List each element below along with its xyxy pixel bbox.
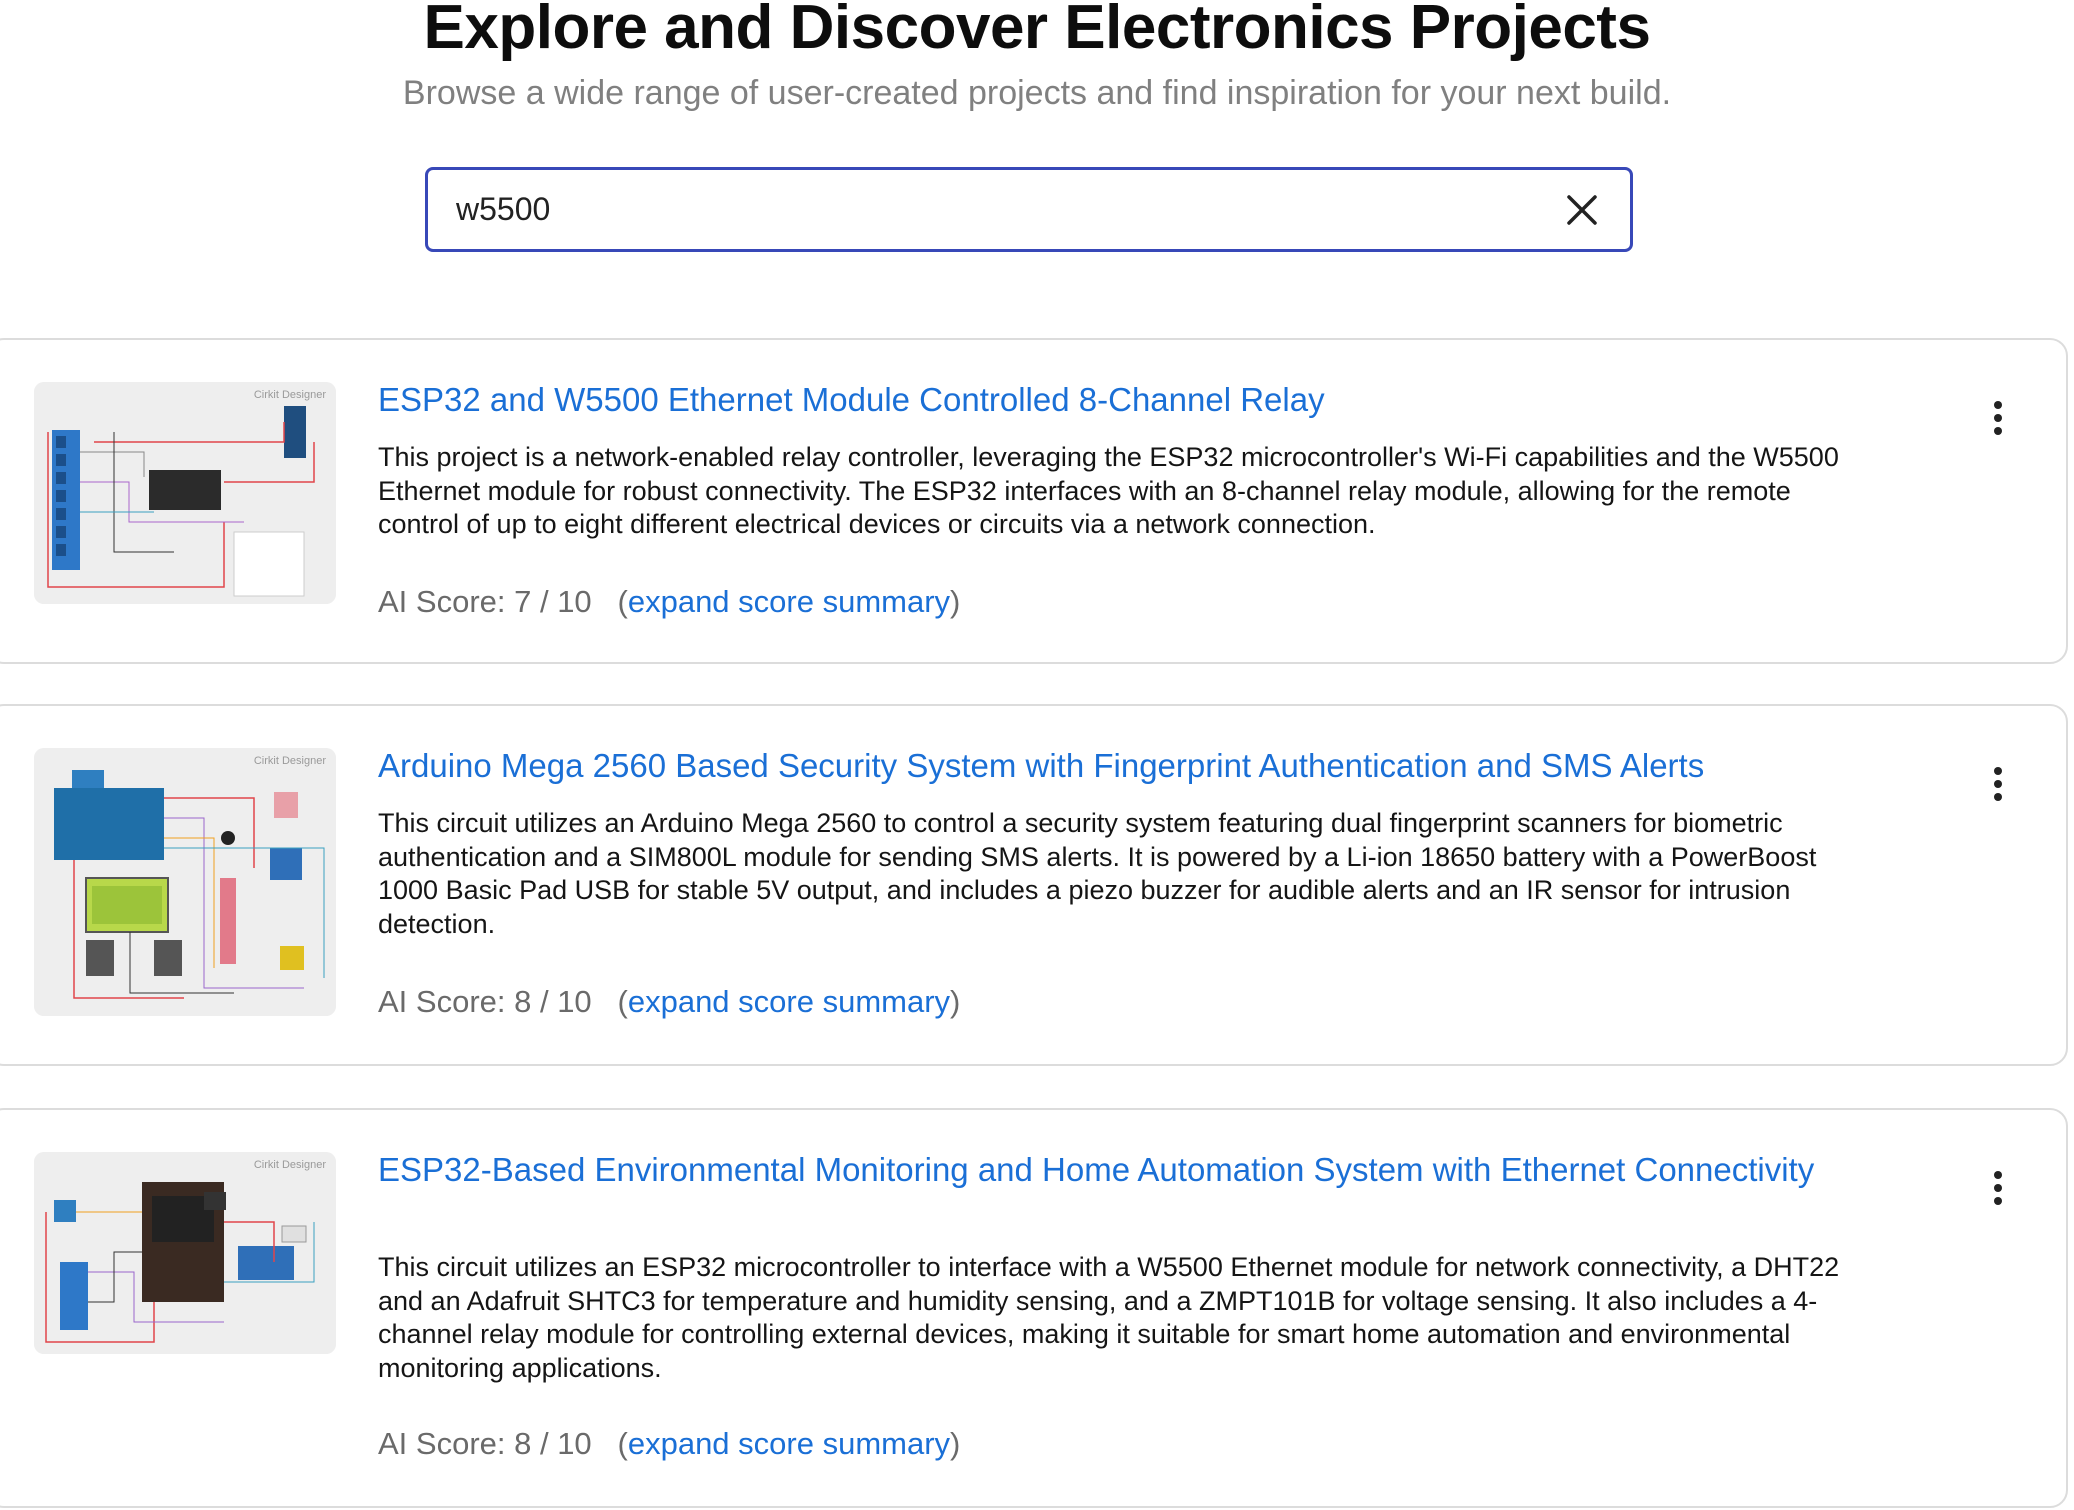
ai-score: AI Score: 8 / 10 (expand score summary) [378, 984, 960, 1020]
project-thumbnail[interactable]: Cirkit Designer [34, 1152, 336, 1354]
project-card[interactable]: Cirkit Designer Arduino Mega 2560 Based … [0, 704, 2068, 1066]
more-options-button[interactable] [1988, 1168, 2008, 1208]
expand-score-summary-link[interactable]: expand score summary [628, 984, 950, 1019]
project-title[interactable]: Arduino Mega 2560 Based Security System … [378, 746, 1858, 786]
project-description: This circuit utilizes an Arduino Mega 25… [378, 808, 1817, 939]
expand-score-summary-link[interactable]: expand score summary [628, 1426, 950, 1461]
search-box [425, 167, 1633, 252]
more-vertical-icon [1988, 401, 2008, 435]
ai-score-label: AI Score: 8 / 10 [378, 1426, 592, 1461]
project-thumbnail[interactable]: Cirkit Designer [34, 748, 336, 1016]
project-thumbnail[interactable]: Cirkit Designer [34, 382, 336, 604]
paren-open: ( [617, 1426, 628, 1461]
clear-search-button[interactable] [1564, 192, 1600, 228]
expand-score-summary-link[interactable]: expand score summary [628, 584, 950, 619]
thumbnail-watermark: Cirkit Designer [254, 389, 326, 401]
ai-score-label: AI Score: 7 / 10 [378, 584, 592, 619]
project-description: This project is a network-enabled relay … [378, 442, 1839, 539]
project-card[interactable]: Cirkit Designer ESP32-Based Environmenta… [0, 1108, 2068, 1508]
thumbnail-watermark: Cirkit Designer [254, 1159, 326, 1171]
paren-open: ( [617, 584, 628, 619]
project-description: This circuit utilizes an ESP32 microcont… [378, 1252, 1840, 1383]
project-title[interactable]: ESP32-Based Environmental Monitoring and… [378, 1150, 1858, 1190]
ai-score-label: AI Score: 8 / 10 [378, 984, 592, 1019]
more-options-button[interactable] [1988, 398, 2008, 438]
paren-close: ) [950, 984, 961, 1019]
more-vertical-icon [1988, 1171, 2008, 1205]
project-title[interactable]: ESP32 and W5500 Ethernet Module Controll… [378, 380, 1858, 420]
ai-score: AI Score: 7 / 10 (expand score summary) [378, 584, 960, 620]
more-options-button[interactable] [1988, 764, 2008, 804]
page-subtitle: Browse a wide range of user-created proj… [402, 74, 1672, 112]
thumbnail-watermark: Cirkit Designer [254, 755, 326, 767]
more-vertical-icon [1988, 767, 2008, 801]
project-card[interactable]: Cirkit Designer ESP32 and W5500 Ethernet… [0, 338, 2068, 664]
close-icon [1567, 195, 1597, 225]
search-input[interactable] [456, 170, 1536, 249]
paren-open: ( [617, 984, 628, 1019]
paren-close: ) [950, 584, 961, 619]
ai-score: AI Score: 8 / 10 (expand score summary) [378, 1426, 960, 1462]
paren-close: ) [950, 1426, 961, 1461]
page-title: Explore and Discover Electronics Project… [423, 0, 1651, 62]
